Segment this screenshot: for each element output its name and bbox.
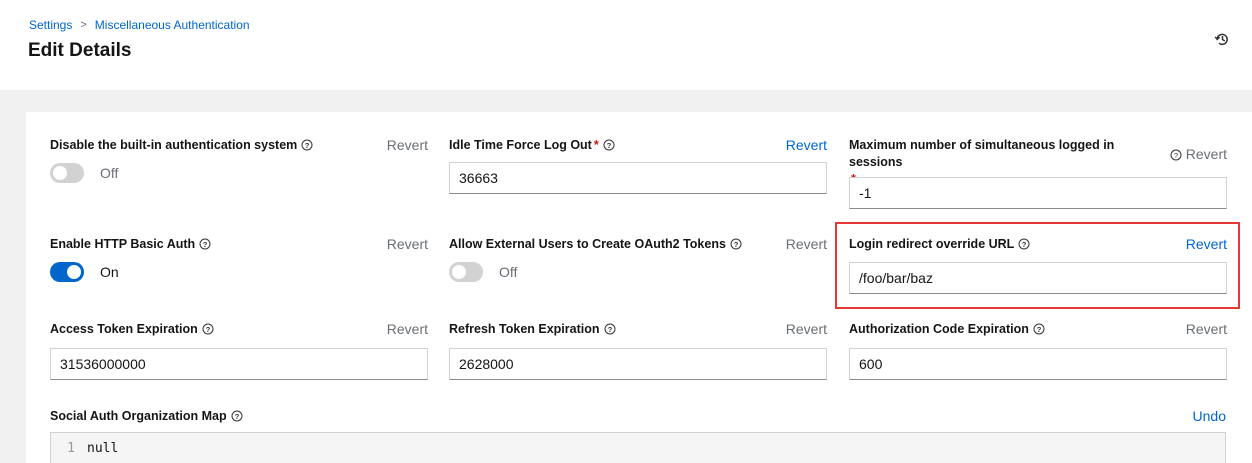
help-icon[interactable]: ?	[603, 139, 615, 151]
disable-builtin-auth-toggle[interactable]	[50, 163, 84, 183]
required-marker: *	[593, 138, 599, 152]
disable-builtin-auth-toggle-wrap: Off	[50, 163, 118, 183]
revert-button[interactable]: Revert	[786, 236, 827, 253]
toggle-state-text: On	[100, 264, 119, 280]
http-basic-auth-toggle-wrap: On	[50, 262, 119, 282]
breadcrumb-settings-link[interactable]: Settings	[29, 18, 72, 32]
social-org-map-label: Social Auth Organization Map ?	[50, 408, 243, 425]
help-icon[interactable]: ?	[301, 139, 313, 151]
access-token-label-text: Access Token Expiration	[50, 322, 198, 336]
revert-button[interactable]: Revert	[387, 137, 428, 154]
svg-text:?: ?	[606, 141, 611, 150]
undo-button[interactable]: Undo	[1193, 408, 1226, 425]
svg-text:?: ?	[1174, 151, 1178, 160]
revert-button[interactable]: Revert	[1186, 321, 1227, 338]
breadcrumb-separator: >	[80, 19, 87, 31]
toggle-state-text: Off	[100, 165, 119, 181]
svg-text:?: ?	[205, 325, 210, 334]
auth-code-input[interactable]: 600	[849, 348, 1227, 380]
external-oauth-label-text: Allow External Users to Create OAuth2 To…	[449, 237, 726, 251]
history-icon[interactable]	[1214, 31, 1230, 47]
idle-time-label-text: Idle Time Force Log Out	[449, 138, 592, 152]
svg-text:?: ?	[203, 240, 208, 249]
help-icon[interactable]: ?	[231, 410, 243, 422]
svg-text:?: ?	[1037, 325, 1042, 334]
svg-text:?: ?	[607, 325, 612, 334]
code-editor[interactable]: 1 null	[50, 432, 1226, 463]
help-icon[interactable]: ?	[604, 323, 616, 335]
toggle-state-text: Off	[499, 264, 518, 280]
access-token-input[interactable]: 31536000000	[50, 348, 428, 380]
help-icon[interactable]: ?	[1033, 323, 1045, 335]
breadcrumb-current-link[interactable]: Miscellaneous Authentication	[95, 18, 250, 32]
auth-code-label-text: Authorization Code Expiration	[849, 322, 1029, 336]
breadcrumb: Settings > Miscellaneous Authentication	[29, 18, 250, 32]
help-icon[interactable]: ?	[199, 238, 211, 250]
max-sessions-label-text: Maximum number of simultaneous logged in…	[849, 138, 1115, 169]
page-title: Edit Details	[28, 40, 132, 61]
svg-text:?: ?	[734, 240, 739, 249]
refresh-token-input[interactable]: 2628000	[449, 348, 827, 380]
disable-builtin-auth-label-text: Disable the built-in authentication syst…	[50, 138, 298, 152]
idle-time-label: Idle Time Force Log Out * ?	[449, 137, 615, 154]
revert-button[interactable]: Revert	[387, 236, 428, 253]
refresh-token-label: Refresh Token Expiration ?	[449, 321, 616, 338]
access-token-label: Access Token Expiration ?	[50, 321, 214, 338]
svg-text:?: ?	[234, 412, 239, 421]
http-basic-auth-toggle[interactable]	[50, 262, 84, 282]
external-oauth-toggle-wrap: Off	[449, 262, 517, 282]
disable-builtin-auth-label: Disable the built-in authentication syst…	[50, 137, 313, 154]
max-sessions-input[interactable]: -1	[849, 177, 1227, 209]
svg-text:?: ?	[305, 141, 310, 150]
refresh-token-label-text: Refresh Token Expiration	[449, 322, 600, 336]
help-icon[interactable]: ?	[1170, 149, 1182, 161]
external-oauth-toggle[interactable]	[449, 262, 483, 282]
http-basic-auth-label-text: Enable HTTP Basic Auth	[50, 237, 196, 251]
help-icon[interactable]: ?	[730, 238, 742, 250]
code-line[interactable]: null	[81, 441, 118, 456]
auth-code-label: Authorization Code Expiration ?	[849, 321, 1045, 338]
max-sessions-revert: ? Revert	[1170, 146, 1227, 163]
idle-time-input[interactable]: 36663	[449, 162, 827, 194]
external-oauth-label: Allow External Users to Create OAuth2 To…	[449, 236, 742, 253]
line-number: 1	[67, 440, 75, 456]
help-icon[interactable]: ?	[202, 323, 214, 335]
revert-button[interactable]: Revert	[387, 321, 428, 338]
highlight-box	[835, 222, 1240, 309]
http-basic-auth-label: Enable HTTP Basic Auth ?	[50, 236, 211, 253]
social-org-map-label-text: Social Auth Organization Map	[50, 409, 227, 423]
revert-button[interactable]: Revert	[786, 321, 827, 338]
revert-button[interactable]: Revert	[786, 137, 827, 154]
revert-button[interactable]: Revert	[1186, 146, 1227, 163]
page-header: Settings > Miscellaneous Authentication …	[0, 0, 1252, 90]
